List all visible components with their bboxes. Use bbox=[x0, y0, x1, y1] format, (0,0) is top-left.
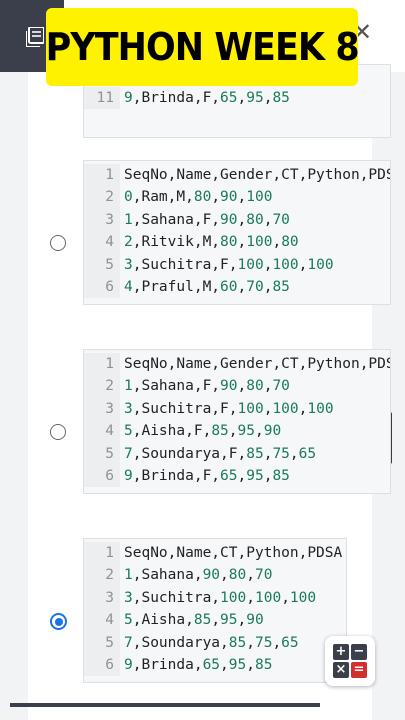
code-text: SeqNo,Name,Gender,CT,Python,PDS bbox=[124, 167, 391, 183]
line-number: 5 bbox=[84, 253, 120, 276]
line-number: 2 bbox=[84, 375, 120, 398]
code-text: 5,Aisha,85,95,90 bbox=[124, 612, 264, 629]
code-text: 1,Sahana,F,90,80,70 bbox=[124, 378, 290, 395]
code-text: SeqNo,Name,CT,Python,PDSA bbox=[124, 545, 343, 561]
document-icon bbox=[26, 27, 44, 47]
calculator-button[interactable]: + − × = bbox=[325, 636, 375, 686]
line-number: 11 bbox=[84, 87, 120, 110]
line-number: 4 bbox=[84, 231, 120, 254]
code-block-option-3: 1 SeqNo,Name,CT,Python,PDSA 2 1,Sahana,90,8… bbox=[83, 538, 347, 683]
code-line: 3 1,Sahana,F,90,80,70 bbox=[84, 208, 390, 232]
code-text: 9,Brinda,F,65,95,85 bbox=[124, 90, 290, 106]
code-line: 2 0,Ram,M,80,90,100 bbox=[84, 186, 390, 209]
line-number: 3 bbox=[84, 397, 120, 421]
radio-option-1[interactable] bbox=[50, 235, 66, 251]
radio-option-3[interactable] bbox=[50, 613, 67, 630]
code-line: 5 3,Suchitra,F,100,100,100 bbox=[84, 253, 390, 276]
line-number: 4 bbox=[84, 609, 120, 632]
code-block-option-1: 1 SeqNo,Name,Gender,CT,Python,PDS 2 0,Ram,M… bbox=[83, 160, 391, 305]
code-line: 5 7,Soundarya,85,75,65 bbox=[84, 631, 346, 654]
code-line: 6 4,Praful,M,60,70,85 bbox=[84, 275, 390, 299]
code-block-option-2: 1 SeqNo,Name,Gender,CT,Python,PDS 2 1,Sahan… bbox=[83, 349, 391, 494]
line-number: 6 bbox=[84, 275, 120, 299]
code-text: 9,Brinda,F,65,95,85 bbox=[124, 467, 290, 484]
page-title: PYTHON WEEK 8 bbox=[45, 25, 359, 69]
line-number: 1 bbox=[84, 542, 120, 565]
code-line: 1 SeqNo,Name,CT,Python,PDSA bbox=[84, 542, 346, 565]
calc-minus-key: − bbox=[351, 644, 367, 660]
code-text: 7,Soundarya,F,85,75,65 bbox=[124, 445, 317, 462]
code-line: 3 3,Suchitra,F,100,100,100 bbox=[84, 397, 390, 421]
code-text: 0,Ram,M,80,90,100 bbox=[124, 189, 273, 206]
code-line: 1 SeqNo,Name,Gender,CT,Python,PDS bbox=[84, 353, 391, 376]
title-banner: PYTHON WEEK 8 bbox=[45, 8, 359, 86]
line-number: 6 bbox=[84, 653, 120, 677]
line-number: 4 bbox=[84, 420, 120, 443]
code-line: 11 9,Brinda,F,65,95,85 bbox=[84, 87, 390, 110]
code-line: 6 9,Brinda,F,65,95,85 bbox=[84, 464, 390, 488]
code-text: 1,Sahana,90,80,70 bbox=[124, 567, 273, 584]
code-text: 5,Aisha,F,85,95,90 bbox=[124, 423, 282, 440]
code-text: 4,Praful,M,60,70,85 bbox=[124, 278, 290, 295]
code-line: 4 5,Aisha,85,95,90 bbox=[84, 609, 346, 632]
code-text: SeqNo,Name,Gender,CT,Python,PDS bbox=[124, 356, 391, 372]
code-text: 3,Suchitra,F,100,100,100 bbox=[124, 256, 334, 273]
code-line: 1 SeqNo,Name,Gender,CT,Python,PDS bbox=[84, 164, 391, 187]
line-number: 1 bbox=[84, 164, 120, 187]
line-number: 5 bbox=[84, 442, 120, 465]
line-number: 3 bbox=[84, 208, 120, 232]
code-line: 4 5,Aisha,F,85,95,90 bbox=[84, 420, 390, 443]
line-number: 6 bbox=[84, 464, 120, 488]
code-line: 3 3,Suchitra,100,100,100 bbox=[84, 586, 346, 610]
line-number: 1 bbox=[84, 353, 120, 376]
bottom-progress-bar bbox=[10, 703, 320, 707]
code-line: 6 9,Brinda,65,95,85 bbox=[84, 653, 346, 677]
code-line: 2 1,Sahana,F,90,80,70 bbox=[84, 375, 390, 398]
code-line: 5 7,Soundarya,F,85,75,65 bbox=[84, 442, 390, 465]
line-number: 3 bbox=[84, 586, 120, 610]
left-margin bbox=[0, 72, 28, 720]
line-number: 2 bbox=[84, 564, 120, 587]
code-text: 9,Brinda,65,95,85 bbox=[124, 656, 273, 673]
calculator-icon: + bbox=[333, 644, 349, 660]
calc-equals-key: = bbox=[351, 662, 367, 678]
code-text: 7,Soundarya,85,75,65 bbox=[124, 634, 299, 651]
code-text: 1,Sahana,F,90,80,70 bbox=[124, 211, 290, 228]
code-line: 2 1,Sahana,90,80,70 bbox=[84, 564, 346, 587]
line-number: 5 bbox=[84, 631, 120, 654]
radio-option-2[interactable] bbox=[50, 424, 66, 440]
code-line: 4 2,Ritvik,M,80,100,80 bbox=[84, 231, 390, 254]
code-text: 2,Ritvik,M,80,100,80 bbox=[124, 234, 299, 251]
calc-times-key: × bbox=[333, 662, 349, 678]
line-number: 2 bbox=[84, 186, 120, 209]
code-text: 3,Suchitra,100,100,100 bbox=[124, 589, 317, 606]
code-text: 3,Suchitra,F,100,100,100 bbox=[124, 400, 334, 417]
